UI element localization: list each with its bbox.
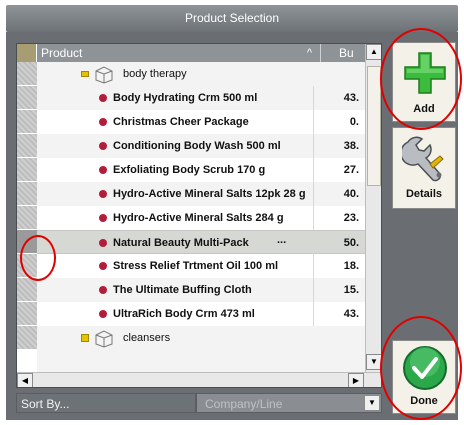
column-header-product-label: Product <box>41 46 83 60</box>
row-selector-column <box>17 62 37 372</box>
done-button[interactable]: Done <box>392 340 456 414</box>
row-selector-cell[interactable] <box>17 62 37 86</box>
collapse-icon[interactable] <box>81 71 89 77</box>
product-name: Hydro-Active Mineral Salts 12pk 28 g <box>113 188 306 200</box>
product-value: 50. <box>313 231 363 255</box>
list-item[interactable]: Hydro-Active Mineral Salts 284 g 23. <box>37 206 365 230</box>
list-item[interactable]: Natural Beauty Multi-Pack 50.... <box>37 228 365 255</box>
bullet-icon <box>99 310 107 318</box>
product-name: Natural Beauty Multi-Pack <box>113 237 249 249</box>
product-list[interactable]: Product ^ Bu body therapy Body Hydrating … <box>16 43 382 388</box>
horizontal-scrollbar[interactable]: ◀ ▶ <box>17 372 381 387</box>
vertical-scroll-thumb[interactable] <box>367 66 381 186</box>
list-item[interactable]: Hydro-Active Mineral Salts 12pk 28 g 40. <box>37 182 365 206</box>
bullet-icon <box>99 94 107 102</box>
row-selector-cell[interactable] <box>17 230 37 254</box>
done-button-label: Done <box>410 395 438 407</box>
product-name: UltraRich Body Crm 473 ml <box>113 308 255 320</box>
list-item[interactable]: Conditioning Body Wash 500 ml 38. <box>37 134 365 158</box>
group-label: cleansers <box>123 332 171 344</box>
product-name: Hydro-Active Mineral Salts 284 g <box>113 212 284 224</box>
box-icon <box>95 66 113 84</box>
product-value: 15. <box>313 278 363 302</box>
list-item[interactable]: Body Hydrating Crm 500 ml 43. <box>37 86 365 110</box>
product-name: The Ultimate Buffing Cloth <box>113 284 252 296</box>
product-name: Conditioning Body Wash 500 ml <box>113 140 281 152</box>
bullet-icon <box>99 142 107 150</box>
scroll-down-button[interactable]: ▼ <box>366 354 381 370</box>
sort-by-label: Sort By... <box>16 393 196 413</box>
bullet-icon <box>99 166 107 174</box>
sort-by-value: Company/Line <box>205 397 283 411</box>
product-name: Stress Relief Trtment Oil 100 ml <box>113 260 279 272</box>
product-value: 27. <box>313 158 363 182</box>
bullet-icon <box>99 239 107 247</box>
checkmark-icon <box>403 346 447 390</box>
row-selector-cell[interactable] <box>17 206 37 230</box>
row-selector-cell[interactable] <box>17 302 37 326</box>
sort-by-select[interactable]: Company/Line ▼ <box>196 393 382 413</box>
vertical-scrollbar[interactable]: ▲ ▼ <box>365 44 381 372</box>
details-button[interactable]: Details <box>392 127 456 209</box>
window-title: Product Selection <box>6 5 458 32</box>
wrench-icon <box>402 136 444 182</box>
list-rows: body therapy Body Hydrating Crm 500 ml 43.… <box>37 62 365 372</box>
product-name: Body Hydrating Crm 500 ml <box>113 92 258 104</box>
row-selector-cell[interactable] <box>17 134 37 158</box>
product-value: 43. <box>313 86 363 110</box>
column-header-product[interactable]: Product ^ <box>37 44 321 62</box>
product-name: Exfoliating Body Scrub 170 g <box>113 164 266 176</box>
scroll-left-button[interactable]: ◀ <box>17 373 33 387</box>
plus-icon <box>404 52 446 94</box>
product-selection-window: Product Selection Product ^ Bu body ther… <box>0 0 464 425</box>
add-button-label: Add <box>413 103 435 115</box>
product-value: 0. <box>313 110 363 134</box>
row-selector-cell[interactable] <box>17 86 37 110</box>
bullet-icon <box>99 286 107 294</box>
product-value: 38. <box>313 134 363 158</box>
product-value: 23. <box>313 206 363 230</box>
details-button-label: Details <box>405 188 443 200</box>
sort-ascending-icon: ^ <box>306 47 312 59</box>
expand-icon[interactable] <box>81 334 89 342</box>
group-row[interactable]: cleansers <box>37 326 365 350</box>
row-selector-cell[interactable] <box>17 278 37 302</box>
row-selector-cell[interactable] <box>17 254 37 278</box>
row-selector-cell[interactable] <box>17 110 37 134</box>
group-row[interactable]: body therapy <box>37 62 365 86</box>
more-options-icon[interactable]: ... <box>277 228 286 252</box>
product-value: 40. <box>313 182 363 206</box>
bullet-icon <box>99 190 107 198</box>
column-header-second[interactable]: Bu <box>321 44 365 62</box>
list-item[interactable]: Exfoliating Body Scrub 170 g 27. <box>37 158 365 182</box>
dropdown-arrow-icon[interactable]: ▼ <box>364 395 380 411</box>
header-corner <box>17 44 37 62</box>
bullet-icon <box>99 214 107 222</box>
bullet-icon <box>99 262 107 270</box>
scroll-right-button[interactable]: ▶ <box>348 373 364 387</box>
product-value: 43. <box>313 302 363 326</box>
bullet-icon <box>99 118 107 126</box>
product-value: 18. <box>313 254 363 278</box>
list-item[interactable]: UltraRich Body Crm 473 ml 43. <box>37 302 365 326</box>
scroll-up-button[interactable]: ▲ <box>366 44 381 60</box>
product-name: Christmas Cheer Package <box>113 116 249 128</box>
add-button[interactable]: Add <box>392 42 456 122</box>
group-label: body therapy <box>123 68 187 80</box>
list-item[interactable]: Stress Relief Trtment Oil 100 ml 18. <box>37 254 365 278</box>
list-item[interactable]: Christmas Cheer Package 0. <box>37 110 365 134</box>
list-item[interactable]: The Ultimate Buffing Cloth 15. <box>37 278 365 302</box>
row-selector-cell[interactable] <box>17 326 37 350</box>
box-icon <box>95 330 113 348</box>
row-selector-cell[interactable] <box>17 182 37 206</box>
row-selector-cell[interactable] <box>17 158 37 182</box>
